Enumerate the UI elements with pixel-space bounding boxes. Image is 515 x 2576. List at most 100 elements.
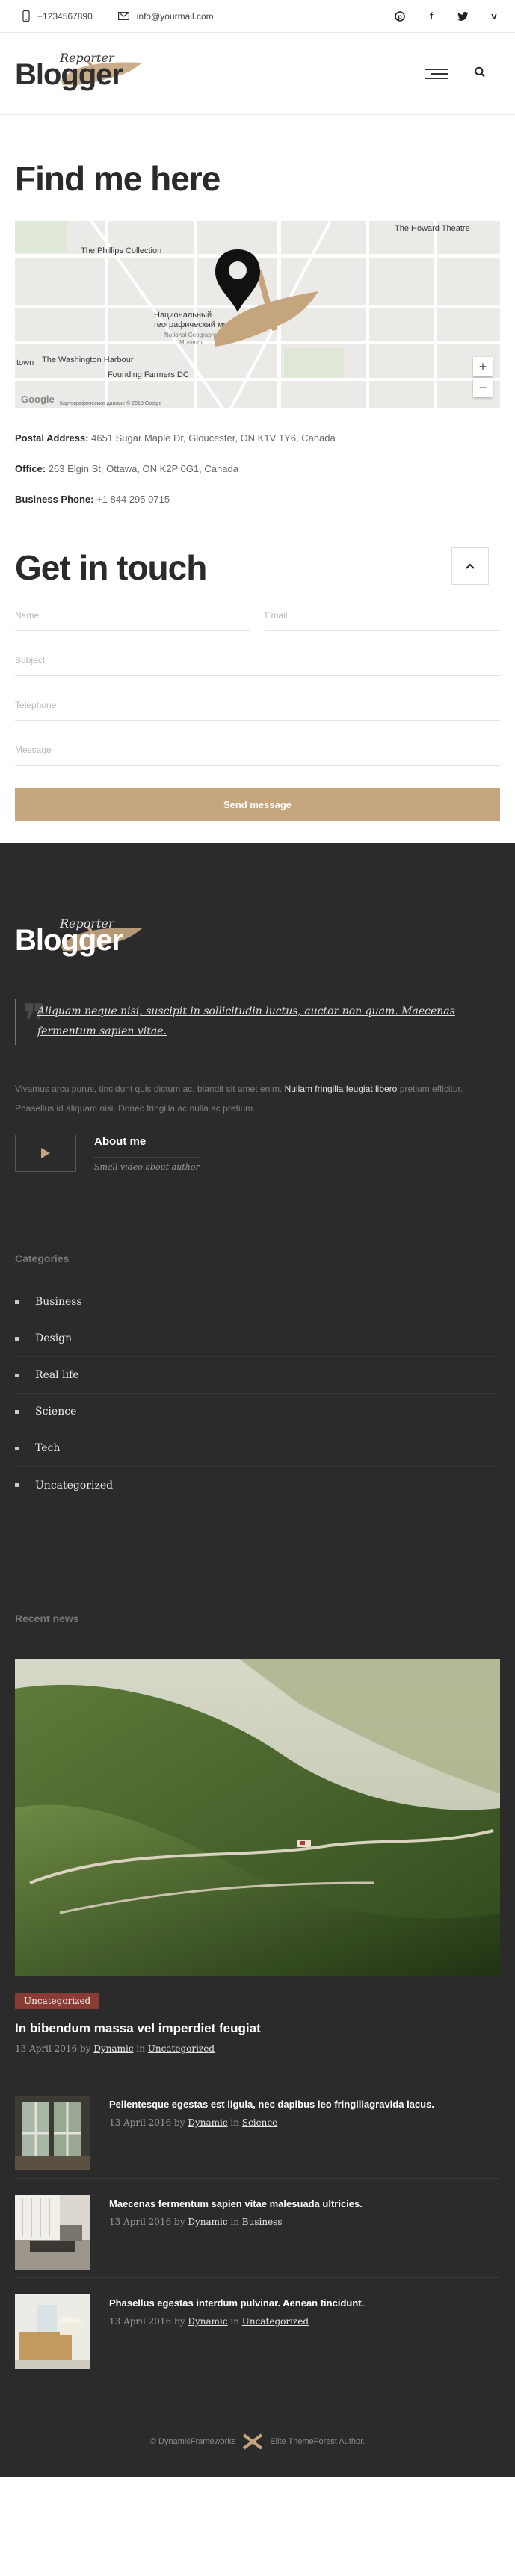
post-by: by — [174, 2316, 185, 2327]
post-thumbnail[interactable] — [15, 2294, 90, 2369]
category-item[interactable]: Business — [15, 1284, 500, 1320]
post-by: by — [174, 2217, 185, 2227]
message-field[interactable]: Message — [15, 743, 500, 766]
search-icon — [475, 66, 485, 77]
twitter-icon[interactable] — [457, 10, 469, 22]
category-label: Uncategorized — [35, 1479, 114, 1492]
post-item[interactable]: Phasellus egestas interdum pulvinar. Aen… — [15, 2278, 500, 2377]
zoom-in-button[interactable]: + — [473, 357, 493, 376]
post-item[interactable]: Maecenas fermentum sapien vitae malesuad… — [15, 2179, 500, 2278]
play-button[interactable] — [15, 1135, 76, 1172]
map-park — [284, 348, 344, 378]
category-label: Business — [35, 1296, 82, 1308]
menu-button[interactable] — [425, 68, 448, 79]
copyright-left[interactable]: © DynamicFrameworks — [150, 2437, 235, 2446]
map-park — [15, 221, 67, 252]
category-label: Tech — [35, 1442, 61, 1454]
footer: Blogger Reporter ❞ Aliquam neque nisi, s… — [0, 843, 515, 2477]
phone-value: +1 844 295 0715 — [96, 494, 170, 505]
categories-title: Categories — [15, 1253, 70, 1264]
post-in: in — [230, 2117, 239, 2128]
postal-label: Postal Address: — [15, 432, 89, 444]
map-attribution: Картографические данные © 2018 Google — [60, 401, 162, 406]
category-item[interactable]: Uncategorized — [15, 1467, 500, 1503]
map-label: Национальный — [154, 311, 212, 320]
site-logo[interactable]: Blogger Reporter — [15, 48, 142, 100]
about-text-bold: Nullam fringilla feugiat libero — [284, 1084, 398, 1094]
news-image[interactable] — [15, 1659, 500, 1976]
crossed-swords-icon — [243, 2433, 263, 2450]
logo-script: Reporter — [60, 916, 114, 931]
name-field[interactable]: Name — [15, 609, 250, 631]
main-news-meta: 13 April 2016 by Dynamic in Uncategorize… — [15, 2043, 500, 2054]
author-link[interactable]: Dynamic — [188, 2117, 227, 2128]
category-item[interactable]: Science — [15, 1394, 500, 1430]
about-text: Vivamus arcu purus, tincidunt quis dictu… — [15, 1079, 500, 1118]
post-date: 13 April 2016 — [109, 2316, 172, 2327]
post-title[interactable]: Maecenas fermentum sapien vitae malesuad… — [109, 2198, 363, 2209]
search-button[interactable] — [475, 66, 485, 81]
post-in: in — [136, 2043, 145, 2054]
post-in: in — [230, 2316, 239, 2327]
telephone-field[interactable]: Telephone — [15, 698, 500, 721]
post-title[interactable]: Pellentesque egestas est ligula, nec dap… — [109, 2099, 434, 2110]
map-label: The Phillips Collection — [81, 246, 162, 255]
map[interactable]: The Howard Theatre The Phillips Collecti… — [15, 221, 500, 408]
category-badge[interactable]: Uncategorized — [15, 1993, 100, 2009]
email-field[interactable]: Email — [265, 609, 500, 631]
find-me-section: Find me here The Howard Theatre The Phil… — [0, 158, 515, 821]
category-link[interactable]: Uncategorized — [242, 2316, 309, 2327]
find-title: Find me here — [15, 159, 221, 198]
email-contact[interactable]: info@yourmail.com — [117, 10, 214, 22]
send-message-button[interactable]: Send message — [15, 788, 500, 821]
facebook-icon[interactable]: f — [425, 10, 437, 22]
play-icon — [41, 1148, 50, 1158]
phone-label: Business Phone: — [15, 494, 94, 505]
pinterest-icon[interactable]: p — [394, 10, 406, 22]
about-me-video: About me Small video about author — [15, 1135, 500, 1172]
postal-address: Postal Address: 4651 Sugar Maple Dr, Glo… — [15, 433, 500, 443]
main-news-title[interactable]: In bibendum massa vel imperdiet feugiat — [15, 2021, 500, 2036]
author-link[interactable]: Dynamic — [188, 2316, 227, 2327]
top-bar: +1234567890 info@yourmail.com p f v — [0, 0, 515, 33]
office-address: Office: 263 Elgin St, Ottawa, ON K2P 0G1… — [15, 464, 500, 474]
phone-icon — [22, 10, 30, 22]
map-label: The Howard Theatre — [395, 224, 470, 233]
quote-text[interactable]: Aliquam neque nisi, suscipit in sollicit… — [37, 1002, 500, 1042]
category-item[interactable]: Tech — [15, 1430, 500, 1467]
category-link[interactable]: Uncategorized — [148, 2043, 215, 2054]
scroll-top-button[interactable] — [451, 547, 489, 585]
footer-quote: ❞ Aliquam neque nisi, suscipit in sollic… — [15, 999, 500, 1045]
post-title[interactable]: Phasellus egestas interdum pulvinar. Aen… — [109, 2297, 364, 2309]
bullet-icon — [15, 1336, 19, 1341]
phone-contact[interactable]: +1234567890 — [22, 10, 93, 22]
vimeo-icon[interactable]: v — [488, 10, 500, 22]
category-link[interactable]: Business — [242, 2217, 283, 2227]
post-thumbnail[interactable] — [15, 2195, 90, 2270]
post-in: in — [230, 2217, 239, 2227]
about-text-part: Vivamus arcu purus, tincidunt quis dictu… — [15, 1084, 285, 1094]
bullet-icon — [15, 1300, 19, 1304]
category-item[interactable]: Design — [15, 1320, 500, 1357]
copyright-right: Elite ThemeForest Author. — [270, 2437, 366, 2446]
category-label: Science — [35, 1406, 77, 1418]
subject-field[interactable]: Subject — [15, 654, 500, 676]
author-link[interactable]: Dynamic — [188, 2217, 227, 2227]
svg-text:p: p — [398, 13, 402, 20]
zoom-out-button[interactable]: − — [473, 378, 493, 397]
map-road — [15, 378, 500, 381]
chevron-up-icon — [466, 563, 475, 569]
recent-news-title: Recent news — [15, 1613, 79, 1624]
category-label: Real life — [35, 1369, 79, 1381]
category-item[interactable]: Real life — [15, 1357, 500, 1394]
recent-posts-list: Pellentesque egestas est ligula, nec dap… — [15, 2075, 500, 2377]
still-life-image — [15, 2294, 90, 2369]
post-date: 13 April 2016 — [109, 2117, 172, 2128]
about-me-title: About me — [94, 1135, 147, 1148]
category-link[interactable]: Science — [242, 2117, 277, 2128]
email-address: info@yourmail.com — [136, 10, 214, 22]
author-link[interactable]: Dynamic — [93, 2043, 133, 2054]
footer-logo[interactable]: Blogger Reporter — [15, 913, 142, 966]
post-item[interactable]: Pellentesque egestas est ligula, nec dap… — [15, 2075, 500, 2179]
post-thumbnail[interactable] — [15, 2096, 90, 2170]
